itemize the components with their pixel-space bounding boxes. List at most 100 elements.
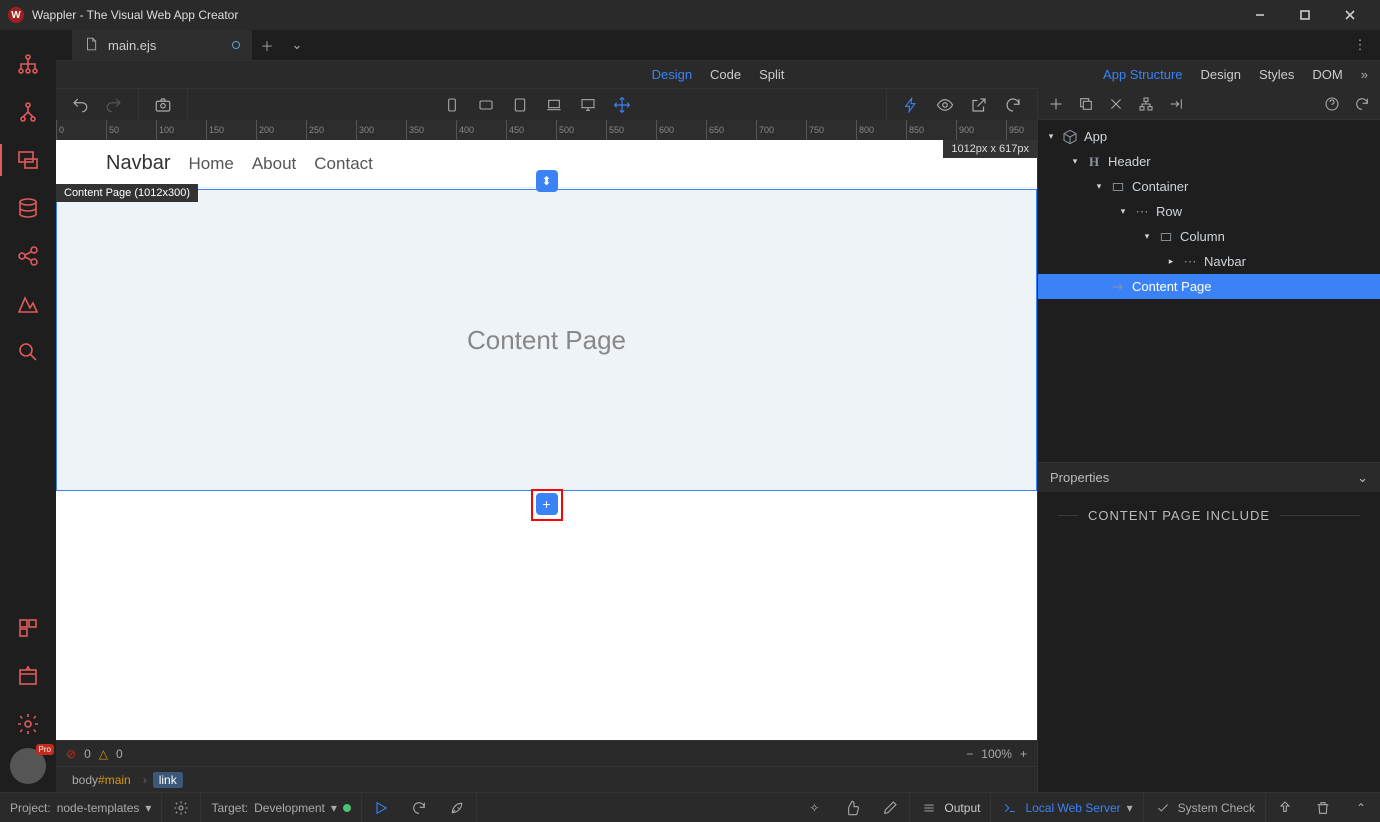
publish-icon	[1276, 799, 1294, 817]
tree-node-row[interactable]: ▾⋯Row	[1038, 199, 1380, 224]
tree-node-navbar[interactable]: ▸⋯Navbar	[1038, 249, 1380, 274]
brush-button[interactable]	[871, 793, 910, 822]
delete-button[interactable]	[1102, 90, 1130, 118]
ruler-tick: 50	[106, 120, 119, 140]
search-tool[interactable]	[0, 328, 56, 376]
device-tablet-landscape-icon[interactable]	[472, 91, 500, 119]
tree-node-label: Content Page	[1132, 279, 1212, 294]
open-browser-button[interactable]	[965, 91, 993, 119]
local-web-server[interactable]: Local Web Server ▾	[991, 793, 1143, 822]
device-phone-icon[interactable]	[438, 91, 466, 119]
new-tab-button[interactable]: ＋	[252, 36, 282, 55]
view-mode-code[interactable]: Code	[710, 67, 741, 82]
errors-icon[interactable]: ⊘	[66, 747, 76, 761]
ruler-tick: 850	[906, 120, 924, 140]
view-mode-design[interactable]: Design	[652, 67, 692, 82]
trash-button[interactable]	[1304, 793, 1342, 822]
panel-dom[interactable]: DOM	[1312, 67, 1342, 82]
move-tool-icon[interactable]	[608, 91, 636, 119]
breadcrumb-sep: ›	[143, 773, 147, 787]
device-laptop-icon[interactable]	[540, 91, 568, 119]
expand-panels-icon[interactable]: »	[1361, 67, 1368, 82]
tree-node-app[interactable]: ▾App	[1038, 124, 1380, 149]
tab-kebab-menu[interactable]: ⋮	[1350, 37, 1380, 53]
hierarchy-button[interactable]	[1132, 90, 1160, 118]
restart-button[interactable]	[400, 793, 438, 822]
git-tool[interactable]	[0, 88, 56, 136]
refresh-tree-button[interactable]	[1348, 90, 1376, 118]
status-dot-icon	[343, 804, 351, 812]
device-desktop-icon[interactable]	[574, 91, 602, 119]
packages-tool[interactable]	[0, 652, 56, 700]
target-selector[interactable]: Target: Development ▾	[201, 793, 361, 822]
minimize-button[interactable]	[1237, 0, 1282, 30]
sitemap-tool[interactable]	[0, 40, 56, 88]
settings-tool[interactable]	[0, 700, 56, 748]
magic-wand-button[interactable]: ✧	[795, 793, 833, 822]
panel-design[interactable]: Design	[1201, 67, 1241, 82]
content-page-element[interactable]: Content Page	[56, 189, 1037, 491]
breadcrumb-link[interactable]: link	[153, 772, 183, 788]
assets-tool[interactable]	[0, 280, 56, 328]
add-element-button[interactable]	[1042, 90, 1070, 118]
system-check[interactable]: System Check	[1144, 793, 1266, 822]
user-avatar[interactable]	[10, 748, 46, 784]
run-button[interactable]	[362, 793, 400, 822]
redo-button[interactable]	[100, 91, 128, 119]
database-tool[interactable]	[0, 184, 56, 232]
tree-node-label: Column	[1180, 229, 1225, 244]
warnings-icon[interactable]: △	[99, 747, 108, 761]
tree-node-column[interactable]: ▾ Column	[1038, 224, 1380, 249]
move-right-button[interactable]	[1162, 90, 1190, 118]
panel-styles[interactable]: Styles	[1259, 67, 1294, 82]
undo-button[interactable]	[66, 91, 94, 119]
horizontal-ruler: 0501001502002503003504004505005506006507…	[56, 120, 1037, 140]
api-tool[interactable]	[0, 232, 56, 280]
maximize-button[interactable]	[1282, 0, 1327, 30]
close-button[interactable]	[1327, 0, 1372, 30]
view-mode-bar: Design Code Split App Structure Design S…	[56, 60, 1380, 88]
refresh-button[interactable]	[999, 91, 1027, 119]
file-tab-name: main.ejs	[108, 38, 156, 53]
zoom-in-button[interactable]: +	[1020, 747, 1027, 761]
tree-node-container[interactable]: ▾Container	[1038, 174, 1380, 199]
project-selector[interactable]: Project: node-templates ▾	[0, 793, 162, 822]
caret-icon: ▾	[1070, 156, 1080, 167]
insert-before-button[interactable]: ⬍	[536, 170, 558, 192]
tree-node-header[interactable]: ▾HHeader	[1038, 149, 1380, 174]
properties-header[interactable]: Properties ⌄	[1038, 462, 1380, 492]
panel-app-structure[interactable]: App Structure	[1103, 67, 1183, 82]
interact-mode-button[interactable]	[897, 91, 925, 119]
tree-node-label: Header	[1108, 154, 1151, 169]
play-icon	[372, 799, 390, 817]
insert-after-button[interactable]: +	[536, 493, 558, 515]
thumbs-up-button[interactable]	[833, 793, 871, 822]
tree-node-content-page[interactable]: Content Page	[1038, 274, 1380, 299]
canvas-viewport[interactable]: 1012px x 617px Navbar Home About Contact…	[56, 140, 1037, 740]
zoom-out-button[interactable]: −	[966, 747, 973, 761]
ruler-tick: 600	[656, 120, 674, 140]
design-canvas: 0501001502002503003504004505005506006507…	[56, 120, 1037, 740]
extensions-tool[interactable]	[0, 604, 56, 652]
caret-icon: ▾	[1142, 231, 1152, 242]
caret-icon: ▾	[1094, 181, 1104, 192]
chevron-up-icon: ⌃	[1352, 799, 1370, 817]
help-button[interactable]	[1318, 90, 1346, 118]
content-page-text: Content Page	[467, 325, 626, 356]
device-tablet-icon[interactable]	[506, 91, 534, 119]
breadcrumb-body[interactable]: body#main	[66, 772, 137, 788]
collapse-bottom-button[interactable]: ⌃	[1342, 793, 1380, 822]
project-settings-button[interactable]	[162, 793, 201, 822]
preview-button[interactable]	[931, 91, 959, 119]
duplicate-button[interactable]	[1072, 90, 1100, 118]
right-panel: ▾App▾HHeader▾Container▾⋯Row ▾ Column ▸⋯Navb…	[1037, 88, 1380, 792]
file-tab[interactable]: main.ejs	[72, 30, 252, 60]
publish-button[interactable]	[1266, 793, 1304, 822]
canvas-dimensions-badge: 1012px x 617px	[943, 140, 1037, 158]
deploy-button[interactable]	[438, 793, 477, 822]
output-toggle[interactable]: Output	[910, 793, 991, 822]
screenshot-button[interactable]	[149, 91, 177, 119]
page-manager-tool[interactable]	[0, 136, 56, 184]
tab-dropdown-button[interactable]: ⌄	[282, 37, 312, 53]
view-mode-split[interactable]: Split	[759, 67, 784, 82]
